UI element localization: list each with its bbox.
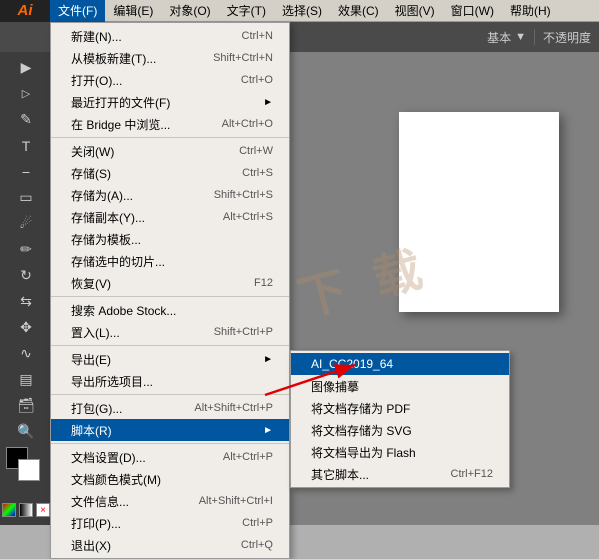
scripts-submenu: AI_CC2019_64 图像捕摹 将文档存储为 PDF 将文档存储为 SVG …: [290, 350, 510, 488]
divider-5: [51, 443, 289, 444]
menu-new[interactable]: 新建(N)... Ctrl+N: [51, 25, 289, 47]
submenu-export-flash[interactable]: 将文档导出为 Flash: [291, 441, 509, 463]
color-mode-icon[interactable]: [2, 503, 16, 517]
select-tool[interactable]: ▶: [13, 56, 39, 80]
menu-help[interactable]: 帮助(H): [502, 0, 559, 22]
menu-export-options[interactable]: 导出所选项目...: [51, 370, 289, 392]
scale-tool[interactable]: ✥: [13, 315, 39, 339]
file-dropdown-menu: 新建(N)... Ctrl+N 从模板新建(T)... Shift+Ctrl+N…: [50, 22, 290, 559]
background-swatch[interactable]: [18, 459, 40, 481]
gradient-mode-icon[interactable]: [19, 503, 33, 517]
app-brand: Ai: [0, 0, 50, 22]
menu-select[interactable]: 选择(S): [274, 0, 330, 22]
menu-effect[interactable]: 效果(C): [330, 0, 387, 22]
menu-color-mode[interactable]: 文档颜色模式(M): [51, 468, 289, 490]
zoom-tool[interactable]: 🔍: [13, 419, 39, 443]
menubar: Ai 文件(F) 编辑(E) 对象(O) 文字(T) 选择(S) 效果(C) 视…: [0, 0, 599, 22]
menu-close[interactable]: 关闭(W) Ctrl+W: [51, 140, 289, 162]
divider-4: [51, 394, 289, 395]
divider-2: [51, 296, 289, 297]
submenu-other[interactable]: 其它脚本... Ctrl+F12: [291, 463, 509, 485]
menu-place[interactable]: 置入(L)... Shift+Ctrl+P: [51, 321, 289, 343]
menu-window[interactable]: 窗口(W): [443, 0, 502, 22]
toolbar-separator: [534, 29, 535, 45]
menu-save[interactable]: 存储(S) Ctrl+S: [51, 162, 289, 184]
menu-edit[interactable]: 编辑(E): [105, 0, 161, 22]
workspace-dropdown[interactable]: ▼: [515, 31, 526, 43]
direct-select-tool[interactable]: ▷: [13, 82, 39, 106]
menu-saveselected[interactable]: 存储选中的切片...: [51, 250, 289, 272]
paintbrush-tool[interactable]: ☄: [13, 212, 39, 236]
menu-savetemplate[interactable]: 存储为模板...: [51, 228, 289, 250]
menu-package[interactable]: 打包(G)... Alt+Shift+Ctrl+P: [51, 397, 289, 419]
pencil-tool[interactable]: ✏: [13, 238, 39, 262]
type-tool[interactable]: T: [13, 134, 39, 158]
rotate-tool[interactable]: ↻: [13, 264, 39, 288]
menu-open[interactable]: 打开(O)... Ctrl+O: [51, 69, 289, 91]
workspace-label: 基本: [487, 29, 511, 46]
eyedropper-tool[interactable]: 🗃: [13, 393, 39, 417]
submenu-image-capture[interactable]: 图像捕摹: [291, 375, 509, 397]
menu-bridge[interactable]: 在 Bridge 中浏览... Alt+Ctrl+O: [51, 113, 289, 135]
menu-recent[interactable]: 最近打开的文件(F) ►: [51, 91, 289, 113]
toolbox: ▶ ▷ ✎ T ⎯ ▭ ☄ ✏ ↻ ⇆ ✥ ∿ ▤ 🗃 🔍 ×: [0, 52, 52, 525]
menu-view[interactable]: 视图(V): [387, 0, 443, 22]
menu-file-info[interactable]: 文件信息... Alt+Shift+Ctrl+I: [51, 490, 289, 512]
divider-1: [51, 137, 289, 138]
menu-revert[interactable]: 恢复(V) F12: [51, 272, 289, 294]
menu-saveas[interactable]: 存储为(A)... Shift+Ctrl+S: [51, 184, 289, 206]
menu-exit[interactable]: 退出(X) Ctrl+Q: [51, 534, 289, 556]
none-mode-icon[interactable]: ×: [36, 503, 50, 517]
artboard: [399, 112, 559, 312]
menu-object[interactable]: 对象(O): [161, 0, 218, 22]
mirror-tool[interactable]: ⇆: [13, 289, 39, 313]
shape-tool[interactable]: ▭: [13, 186, 39, 210]
menu-savecopy[interactable]: 存储副本(Y)... Alt+Ctrl+S: [51, 206, 289, 228]
submenu-ai-cc[interactable]: AI_CC2019_64: [291, 353, 509, 375]
line-tool[interactable]: ⎯: [13, 160, 39, 184]
menu-text[interactable]: 文字(T): [219, 0, 274, 22]
menu-scripts[interactable]: 脚本(R) ►: [51, 419, 289, 441]
divider-3: [51, 345, 289, 346]
menu-doc-setup[interactable]: 文档设置(D)... Alt+Ctrl+P: [51, 446, 289, 468]
menu-file[interactable]: 文件(F): [50, 0, 105, 22]
menu-print[interactable]: 打印(P)... Ctrl+P: [51, 512, 289, 534]
submenu-save-pdf[interactable]: 将文档存储为 PDF: [291, 397, 509, 419]
pen-tool[interactable]: ✎: [13, 108, 39, 132]
menu-export[interactable]: 导出(E) ►: [51, 348, 289, 370]
gradient-tool[interactable]: ▤: [13, 367, 39, 391]
menu-stock[interactable]: 搜索 Adobe Stock...: [51, 299, 289, 321]
warp-tool[interactable]: ∿: [13, 341, 39, 365]
menu-new-template[interactable]: 从模板新建(T)... Shift+Ctrl+N: [51, 47, 289, 69]
submenu-save-svg[interactable]: 将文档存储为 SVG: [291, 419, 509, 441]
opacity-label: 不透明度: [543, 29, 591, 46]
